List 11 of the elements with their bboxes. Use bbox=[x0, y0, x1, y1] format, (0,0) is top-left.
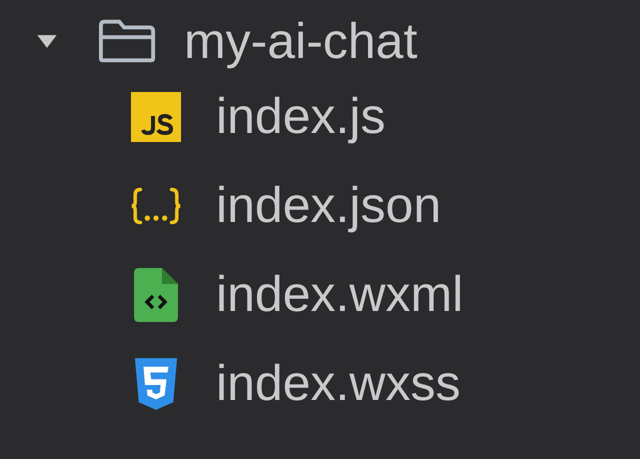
js-file-icon bbox=[131, 92, 181, 142]
file-name[interactable]: index.js bbox=[216, 89, 386, 144]
folder-icon bbox=[98, 19, 156, 63]
css-file-icon bbox=[133, 356, 179, 410]
braces-icon bbox=[130, 186, 182, 226]
file-name[interactable]: index.json bbox=[216, 178, 442, 233]
expand-arrow-icon[interactable] bbox=[36, 34, 58, 48]
file-name[interactable]: index.wxss bbox=[216, 356, 461, 411]
file-name[interactable]: index.wxml bbox=[216, 267, 464, 322]
folder-name[interactable]: my-ai-chat bbox=[184, 14, 418, 68]
code-file-icon bbox=[134, 268, 178, 322]
